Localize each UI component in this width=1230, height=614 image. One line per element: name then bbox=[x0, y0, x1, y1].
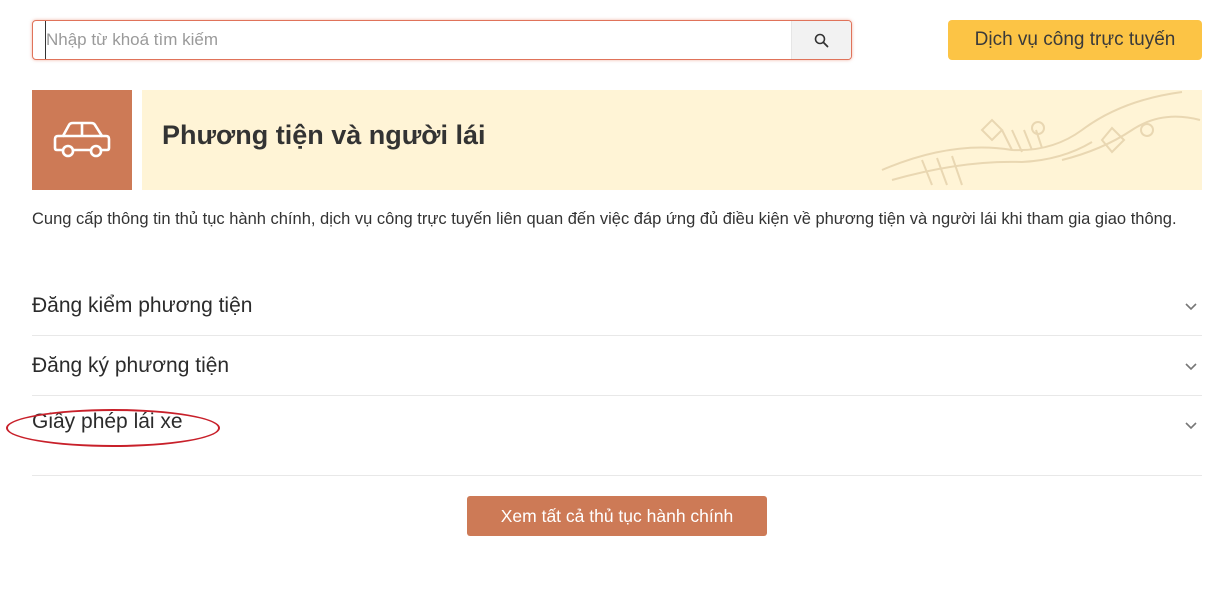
procedure-accordion: Đăng kiểm phương tiện Đăng ký phương tiệ… bbox=[32, 276, 1202, 476]
search-box bbox=[32, 20, 852, 60]
search-icon bbox=[814, 33, 829, 47]
accordion-item-label: Đăng kiểm phương tiện bbox=[32, 293, 253, 317]
accordion-item-vehicle-inspection[interactable]: Đăng kiểm phương tiện bbox=[32, 276, 1202, 336]
category-icon-box bbox=[32, 90, 132, 190]
chevron-down-icon bbox=[1185, 302, 1197, 310]
search-button[interactable] bbox=[791, 21, 851, 59]
category-title: Phương tiện và người lái bbox=[162, 120, 486, 150]
accordion-item-driving-license[interactable]: Giấy phép lái xe bbox=[32, 396, 1202, 476]
chevron-down-icon bbox=[1185, 362, 1197, 370]
search-input[interactable] bbox=[45, 21, 791, 59]
car-icon bbox=[53, 121, 111, 158]
accordion-item-vehicle-registration[interactable]: Đăng ký phương tiện bbox=[32, 336, 1202, 396]
bird-decoration bbox=[881, 91, 1201, 186]
category-description: Cung cấp thông tin thủ tục hành chính, d… bbox=[32, 210, 1177, 228]
accordion-item-label: Đăng ký phương tiện bbox=[32, 353, 230, 377]
category-banner: Phương tiện và người lái bbox=[142, 90, 1202, 190]
accordion-item-label: Giấy phép lái xe bbox=[32, 410, 183, 433]
chevron-down-icon bbox=[1185, 422, 1197, 430]
online-services-button[interactable]: Dịch vụ công trực tuyến bbox=[948, 20, 1202, 60]
view-all-procedures-button[interactable]: Xem tất cả thủ tục hành chính bbox=[467, 496, 767, 536]
